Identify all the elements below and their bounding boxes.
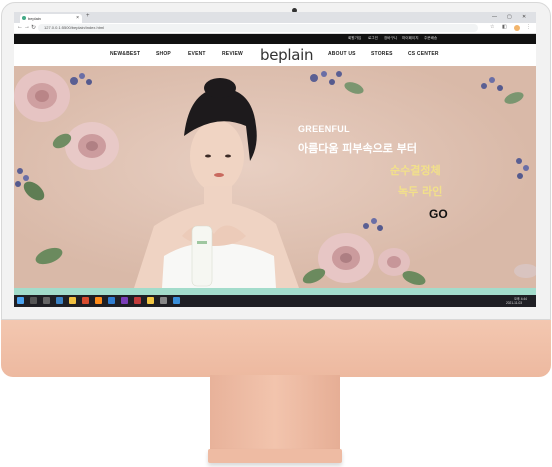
hero-go-button[interactable]: GO bbox=[429, 207, 448, 221]
hero-subheadline: 순수결정체 bbox=[390, 164, 441, 177]
close-window-icon[interactable]: ✕ bbox=[522, 14, 526, 20]
model-figure bbox=[134, 78, 299, 288]
chrome-icon[interactable] bbox=[147, 297, 154, 304]
star-icon[interactable]: ☆ bbox=[490, 24, 494, 30]
app-icon-5[interactable] bbox=[160, 297, 167, 304]
monitor-stand bbox=[210, 375, 340, 453]
main-navigation: NEW&BEST SHOP EVENT REVIEW beplain ABOUT… bbox=[14, 44, 536, 67]
url-field[interactable]: 127.0.0.1:5500/beplain/index.html bbox=[38, 24, 478, 32]
hero-eyebrow: GREENFUL bbox=[298, 124, 350, 134]
screen: beplain × + — ▢ ✕ ← → ↻ 127.0.0.1:5500/b… bbox=[14, 12, 536, 307]
forward-icon[interactable]: → bbox=[24, 24, 30, 30]
app-icon-2[interactable] bbox=[95, 297, 102, 304]
profile-avatar[interactable] bbox=[514, 25, 520, 31]
browser-tab[interactable]: beplain × bbox=[20, 14, 82, 23]
menu-cs-center[interactable]: CS CENTER bbox=[408, 51, 439, 57]
site-logo[interactable]: beplain bbox=[260, 46, 314, 64]
new-tab-button[interactable]: + bbox=[86, 13, 90, 19]
app-icon-4[interactable] bbox=[134, 297, 141, 304]
tab-title: beplain bbox=[28, 16, 41, 21]
menu-icon[interactable]: ⋮ bbox=[526, 24, 531, 30]
menu-review[interactable]: REVIEW bbox=[222, 51, 243, 57]
menu-stores[interactable]: STORES bbox=[371, 51, 393, 57]
menu-shop[interactable]: SHOP bbox=[156, 51, 171, 57]
reload-icon[interactable]: ↻ bbox=[31, 24, 36, 31]
edge-icon[interactable] bbox=[56, 297, 63, 304]
monitor-chin bbox=[1, 320, 551, 377]
hero-illustration bbox=[14, 70, 536, 288]
browser-tab-bar: beplain × + — ▢ ✕ bbox=[14, 12, 536, 23]
top-link-orders[interactable]: 주문배송 bbox=[424, 36, 437, 41]
address-bar: ← → ↻ 127.0.0.1:5500/beplain/index.html … bbox=[14, 23, 536, 34]
app-icon-6[interactable] bbox=[173, 297, 180, 304]
menu-event[interactable]: EVENT bbox=[188, 51, 206, 57]
mint-strip bbox=[14, 288, 536, 295]
search-icon[interactable] bbox=[30, 297, 37, 304]
extension-icon[interactable]: ◧ bbox=[502, 24, 507, 30]
left-flower-cluster bbox=[14, 70, 119, 265]
right-flower-cluster bbox=[302, 71, 536, 285]
top-link-login[interactable]: 로그인 bbox=[368, 36, 378, 41]
menu-new-best[interactable]: NEW&BEST bbox=[110, 51, 140, 57]
maximize-icon[interactable]: ▢ bbox=[507, 14, 512, 20]
hero-headline: 아름다움 피부속으로 부터 bbox=[298, 142, 417, 155]
back-icon[interactable]: ← bbox=[17, 24, 23, 30]
top-link-join[interactable]: 회원가입 bbox=[348, 36, 361, 41]
minimize-icon[interactable]: — bbox=[492, 14, 497, 20]
close-tab-icon[interactable]: × bbox=[76, 14, 79, 23]
hero-banner: GREENFUL 아름다움 피부속으로 부터 순수결정체 녹두 라인 GO bbox=[14, 66, 536, 288]
windows-taskbar: 오후 4:44 2021-11-03 bbox=[14, 295, 536, 307]
file-explorer-icon[interactable] bbox=[69, 297, 76, 304]
app-icon-1[interactable] bbox=[82, 297, 89, 304]
vscode-icon[interactable] bbox=[108, 297, 115, 304]
top-link-cart[interactable]: 장바구니 bbox=[384, 36, 397, 41]
favicon-icon bbox=[22, 16, 26, 20]
task-view-icon[interactable] bbox=[43, 297, 50, 304]
app-icon-3[interactable] bbox=[121, 297, 128, 304]
taskbar-date[interactable]: 2021-11-03 bbox=[506, 301, 522, 305]
top-link-mypage[interactable]: 마이페이지 bbox=[402, 36, 419, 41]
menu-about-us[interactable]: ABOUT US bbox=[328, 51, 356, 57]
hero-product-line: 녹두 라인 bbox=[398, 185, 443, 198]
monitor-foot bbox=[208, 449, 342, 463]
start-icon[interactable] bbox=[17, 297, 24, 304]
site-top-bar: 회원가입 로그인 장바구니 마이페이지 주문배송 bbox=[14, 34, 536, 44]
